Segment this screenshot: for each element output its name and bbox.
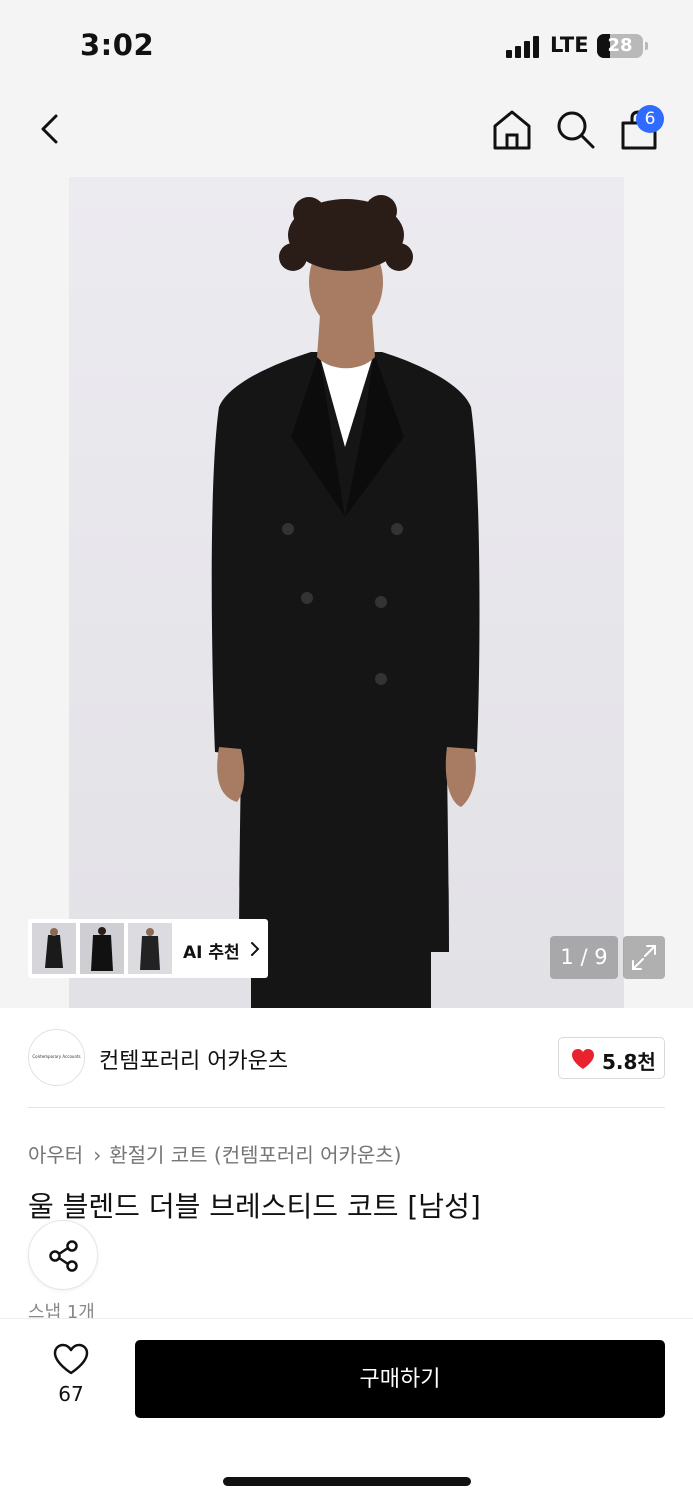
ai-thumb-3[interactable] <box>128 923 172 974</box>
ai-recommend-card[interactable]: AI 추천 <box>28 919 268 978</box>
ai-thumb-1[interactable] <box>32 923 76 974</box>
search-icon <box>557 111 595 149</box>
chevron-right-icon <box>251 942 260 956</box>
battery-cap <box>645 42 648 50</box>
buy-button[interactable]: 구매하기 <box>135 1340 665 1418</box>
heart-outline-icon <box>53 1343 89 1375</box>
brand-like-button[interactable]: 5.8천 <box>558 1037 665 1079</box>
brand-name[interactable]: 컨템포러리 어카운츠 <box>99 1043 288 1075</box>
expand-button[interactable] <box>623 936 665 979</box>
breadcrumb-category[interactable]: 아우터 <box>28 1143 83 1167</box>
brand-logo[interactable]: Contemporary Accounts <box>28 1029 85 1086</box>
brand-like-count: 5.8천 <box>602 1050 656 1074</box>
breadcrumb-separator-icon: › <box>93 1143 102 1167</box>
model-photo <box>211 195 480 1008</box>
expand-icon <box>632 945 656 970</box>
back-button[interactable] <box>30 108 74 152</box>
share-button[interactable] <box>28 1220 98 1290</box>
share-icon <box>49 1240 78 1272</box>
cart-count-badge: 6 <box>636 105 664 133</box>
search-button[interactable] <box>554 108 598 152</box>
breadcrumb-subcategory[interactable]: 환절기 코트 (컨템포러리 어카운츠) <box>109 1143 401 1167</box>
signal-icon <box>506 36 542 58</box>
divider <box>28 1107 665 1108</box>
battery-level: 28 <box>607 35 633 56</box>
status-time: 3:02 <box>80 28 155 62</box>
home-button[interactable] <box>490 108 534 152</box>
ai-recommend-label: AI 추천 <box>183 943 240 963</box>
breadcrumb: 아우터 › 환절기 코트 (컨템포러리 어카운츠) <box>28 1139 401 1168</box>
home-indicator <box>223 1477 471 1486</box>
wishlist-count: 67 <box>58 1382 84 1406</box>
product-image[interactable] <box>69 177 624 1008</box>
network-type: LTE <box>550 33 589 57</box>
wishlist-button[interactable]: 67 <box>40 1342 102 1412</box>
product-title: 울 블렌드 더블 브레스티드 코트 [남성] <box>28 1190 481 1223</box>
home-icon <box>493 110 531 150</box>
heart-filled-icon <box>572 1049 594 1069</box>
brand-logo-text: Contemporary Accounts <box>32 1054 81 1059</box>
battery-icon: 28 <box>597 34 643 58</box>
page-indicator: 1 / 9 <box>550 936 618 979</box>
chevron-left-icon <box>41 114 58 144</box>
ai-thumb-2[interactable] <box>80 923 124 974</box>
